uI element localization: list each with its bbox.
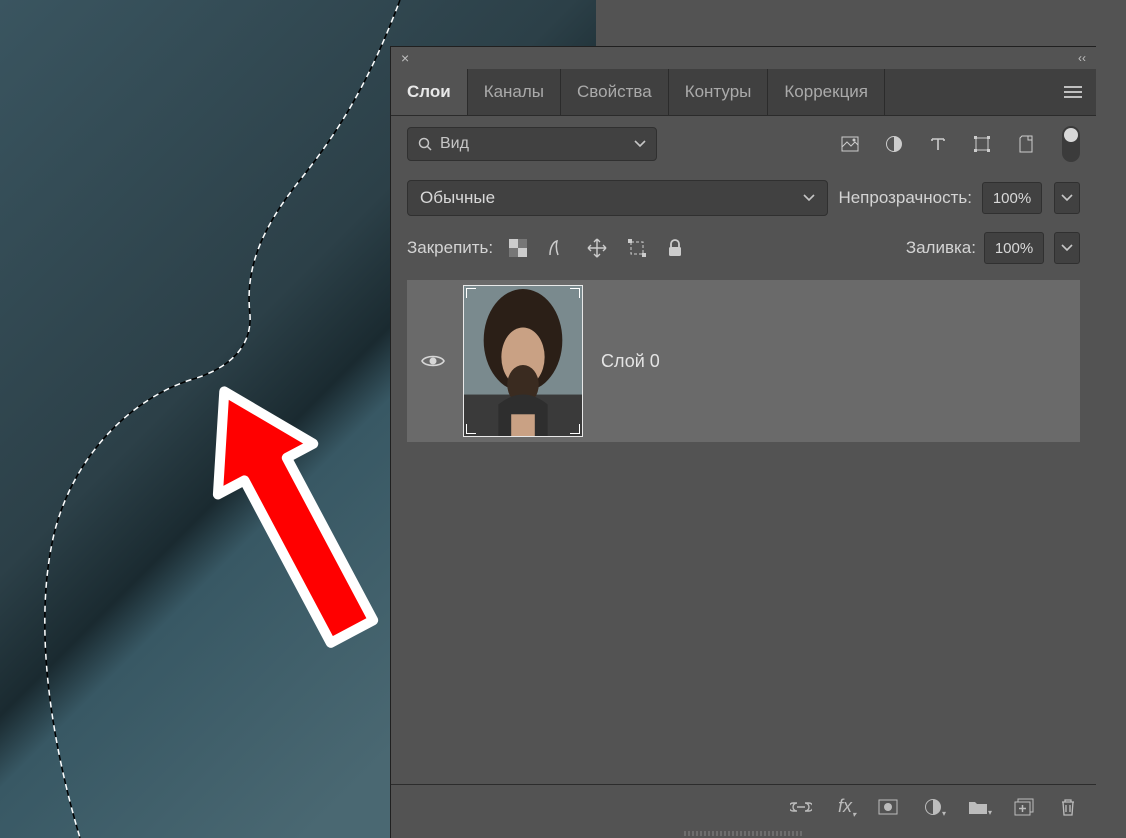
filter-smartobject-icon[interactable]: [1016, 134, 1036, 154]
tab-label: Слои: [407, 82, 451, 102]
panel-resize-grip[interactable]: [391, 828, 1096, 838]
lock-row: Закрепить: Заливка: 100%: [391, 224, 1096, 278]
filter-pixel-icon[interactable]: [840, 134, 860, 154]
opacity-label[interactable]: Непрозрачность:: [838, 188, 972, 208]
layer-style-icon[interactable]: fx▾: [838, 796, 852, 817]
layers-panel: × ‹‹ Слои Каналы Свойства Контуры Коррек…: [390, 46, 1096, 838]
lock-transparency-icon[interactable]: [509, 239, 527, 257]
layer-list[interactable]: Слой 0: [391, 278, 1096, 784]
opacity-input[interactable]: 100%: [982, 182, 1042, 214]
tab-layers[interactable]: Слои: [391, 69, 468, 115]
tab-properties[interactable]: Свойства: [561, 69, 669, 115]
close-icon[interactable]: ×: [401, 50, 409, 66]
opacity-chevron[interactable]: [1054, 182, 1080, 214]
annotation-arrow: [180, 345, 400, 685]
filter-label: Вид: [440, 135, 469, 153]
search-icon: [418, 137, 432, 151]
tab-paths[interactable]: Контуры: [669, 69, 769, 115]
blend-row: Обычные Непрозрачность: 100%: [391, 172, 1096, 224]
tab-channels[interactable]: Каналы: [468, 69, 561, 115]
fill-input[interactable]: 100%: [984, 232, 1044, 264]
layer-row[interactable]: Слой 0: [407, 280, 1080, 442]
fill-chevron[interactable]: [1054, 232, 1080, 264]
panel-title-bar[interactable]: × ‹‹: [391, 47, 1096, 69]
layers-bottom-toolbar: fx▾ ▾ ▾: [391, 784, 1096, 828]
filter-row: Вид: [391, 116, 1096, 172]
panel-tabs: Слои Каналы Свойства Контуры Коррекция: [391, 69, 1096, 115]
filter-toggle[interactable]: [1062, 126, 1080, 162]
filter-type-icon[interactable]: [928, 134, 948, 154]
delete-layer-icon[interactable]: [1060, 798, 1076, 816]
add-mask-icon[interactable]: [878, 799, 898, 815]
link-layers-icon[interactable]: [790, 801, 812, 813]
fill-label[interactable]: Заливка:: [906, 238, 976, 258]
new-adjustment-layer-icon[interactable]: ▾: [924, 798, 942, 816]
filter-adjustment-icon[interactable]: [884, 134, 904, 154]
lock-image-icon[interactable]: [547, 238, 567, 258]
lock-position-icon[interactable]: [587, 238, 607, 258]
panel-menu-icon[interactable]: [1050, 69, 1096, 115]
blend-mode-select[interactable]: Обычные: [407, 180, 828, 216]
chevron-down-icon: [634, 140, 646, 148]
blend-mode-value: Обычные: [420, 188, 495, 208]
lock-label: Закрепить:: [407, 238, 493, 258]
chevron-down-icon: [803, 194, 815, 202]
layer-kind-filter[interactable]: Вид: [407, 127, 657, 161]
collapse-icon[interactable]: ‹‹: [1078, 51, 1086, 65]
tab-label: Коррекция: [784, 82, 868, 102]
layer-thumbnail[interactable]: [463, 285, 583, 437]
filter-shape-icon[interactable]: [972, 134, 992, 154]
new-layer-icon[interactable]: [1014, 798, 1034, 816]
tab-adjustments[interactable]: Коррекция: [768, 69, 885, 115]
tab-label: Контуры: [685, 82, 752, 102]
new-group-icon[interactable]: ▾: [968, 799, 988, 815]
tab-label: Свойства: [577, 82, 652, 102]
visibility-toggle-icon[interactable]: [421, 353, 445, 369]
layer-name-label[interactable]: Слой 0: [601, 351, 660, 372]
lock-all-icon[interactable]: [667, 239, 683, 257]
lock-artboard-icon[interactable]: [627, 238, 647, 258]
tab-label: Каналы: [484, 82, 544, 102]
